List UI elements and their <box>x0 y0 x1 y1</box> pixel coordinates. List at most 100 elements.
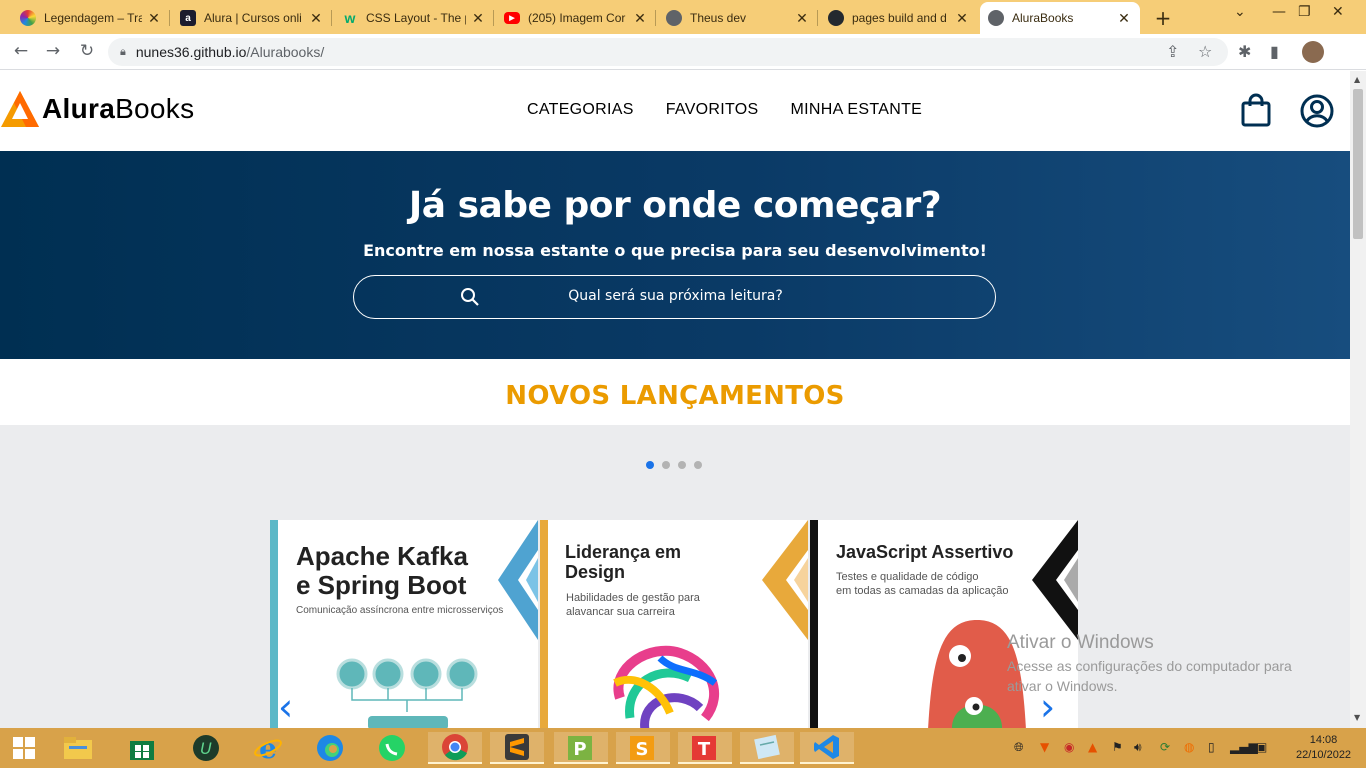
minimize-icon[interactable]: — <box>1272 4 1286 20</box>
user-account-icon[interactable] <box>1299 93 1335 129</box>
new-tab-icon[interactable]: + <box>1152 6 1174 30</box>
alurabooks-logo[interactable]: AluraBooks <box>0 89 194 129</box>
nav-categorias[interactable]: CATEGORIAS <box>527 101 634 119</box>
project-icon[interactable]: P <box>554 732 608 764</box>
cover-chevron-icon <box>1032 520 1078 640</box>
hero-title: Já sabe por onde começar? <box>408 185 942 226</box>
carousel-dot-2[interactable] <box>662 461 670 469</box>
book-title: Apache Kafka e Spring Boot <box>296 541 468 601</box>
tab-search-chevron-icon[interactable]: ⌄ <box>1234 4 1246 20</box>
tab-title: Theus dev <box>690 11 747 25</box>
slides-icon[interactable]: S <box>616 732 670 764</box>
close-tab-icon[interactable]: ✕ <box>632 10 648 27</box>
scroll-down-icon[interactable]: ▼ <box>1354 713 1360 722</box>
typora-icon[interactable]: T <box>678 732 732 764</box>
wifi-signal-icon[interactable]: ▂▄▆ <box>1230 740 1258 754</box>
w3schools-favicon-icon: w <box>344 10 356 26</box>
extensions-icon[interactable]: ✱ <box>1238 42 1251 61</box>
forward-icon[interactable]: → <box>42 41 64 61</box>
restore-icon[interactable]: ❐ <box>1298 4 1311 20</box>
carousel-dot-1[interactable] <box>646 461 654 469</box>
close-tab-icon[interactable]: ✕ <box>146 10 162 27</box>
tab-alura[interactable]: a Alura | Cursos onli ✕ <box>172 4 332 32</box>
clock-date: 22/10/2022 <box>1296 749 1352 761</box>
tab-youtube[interactable]: ▶ (205) Imagem Cor ✕ <box>496 4 656 32</box>
tab-legendagem[interactable]: Legendagem – Tra ✕ <box>12 4 170 32</box>
action-center-flag-icon[interactable]: ⚑ <box>1112 740 1123 754</box>
side-panel-icon[interactable]: ▮ <box>1270 42 1279 61</box>
chrome-icon[interactable] <box>428 732 482 764</box>
share-icon[interactable]: ⇪ <box>1166 42 1179 61</box>
search-input[interactable]: Qual será sua próxima leitura? <box>353 275 996 319</box>
internet-explorer-icon[interactable]: e <box>248 732 288 764</box>
windows-start-icon[interactable] <box>4 732 44 764</box>
battery-icon[interactable]: ▯ <box>1208 740 1215 754</box>
hero-banner: Já sabe por onde começar? Encontre em no… <box>0 151 1350 359</box>
upwork-icon[interactable]: U <box>186 732 226 764</box>
svg-text:U: U <box>200 739 212 758</box>
bookmark-star-icon[interactable]: ☆ <box>1198 42 1212 61</box>
close-tab-icon[interactable]: ✕ <box>794 10 810 27</box>
book-subtitle: Testes e qualidade de código em todas as … <box>836 571 1009 598</box>
page-scrollbar[interactable]: ▲ ▼ <box>1350 71 1366 728</box>
nav-favoritos[interactable]: FAVORITOS <box>666 101 759 119</box>
tray-sync-icon[interactable]: ⟳ <box>1160 740 1170 754</box>
book-card-apache-kafka[interactable]: Apache Kafka e Spring Boot Comunicação as… <box>270 520 538 728</box>
carousel-prev-icon[interactable]: ‹ <box>278 685 293 728</box>
whatsapp-icon[interactable] <box>372 732 412 764</box>
tray-app-icon[interactable]: ▼ <box>1040 740 1049 754</box>
edge-icon[interactable] <box>310 732 350 764</box>
nav-minha-estante[interactable]: MINHA ESTANTE <box>791 101 923 119</box>
reload-icon[interactable]: ↻ <box>76 41 98 61</box>
new-releases-section-header: NOVOS LANÇAMENTOS <box>0 359 1350 425</box>
carousel-dot-3[interactable] <box>678 461 686 469</box>
lock-icon: 🔒︎ <box>120 45 126 58</box>
book-title: JavaScript Assertivo <box>836 542 1014 562</box>
tray-security-icon[interactable]: ◉ <box>1064 740 1074 754</box>
close-window-icon[interactable]: ✕ <box>1332 4 1344 20</box>
microsoft-store-icon[interactable] <box>122 732 162 764</box>
address-bar[interactable]: 🔒︎ nunes36.github.io/Alurabooks/ <box>108 38 1228 66</box>
svg-text:e: e <box>259 734 277 762</box>
tab-title: (205) Imagem Cor <box>528 11 626 25</box>
close-tab-icon[interactable]: ✕ <box>470 10 486 27</box>
vscode-icon[interactable] <box>800 732 854 764</box>
tray-update-icon[interactable]: ◍ <box>1184 740 1194 754</box>
shopping-bag-icon[interactable] <box>1240 93 1272 127</box>
browser-toolbar: ← → ↻ 🔒︎ nunes36.github.io/Alurabooks/ ⇪… <box>0 34 1366 70</box>
file-explorer-icon[interactable] <box>58 732 98 764</box>
language-globe-icon[interactable]: 🌐︎ <box>1014 740 1024 755</box>
tab-theus-dev[interactable]: Theus dev ✕ <box>658 4 818 32</box>
close-tab-icon[interactable]: ✕ <box>954 10 970 27</box>
scroll-up-icon[interactable]: ▲ <box>1354 75 1360 84</box>
tab-github-pages[interactable]: pages build and d ✕ <box>820 4 978 32</box>
tray-avast-icon[interactable]: ▲ <box>1088 740 1097 754</box>
hero-subtitle: Encontre em nossa estante o que precisa … <box>363 241 987 260</box>
sublime-text-icon[interactable] <box>490 732 544 764</box>
network-icon[interactable]: ▣ <box>1256 740 1267 754</box>
url-path: /Alurabooks/ <box>246 44 325 60</box>
system-clock[interactable]: 14:08 22/10/2022 <box>1296 733 1351 763</box>
tab-title: pages build and d <box>852 11 947 25</box>
clock-time: 14:08 <box>1309 734 1338 746</box>
main-nav: CATEGORIAS FAVORITOS MINHA ESTANTE <box>527 101 954 119</box>
carousel-dot-4[interactable] <box>694 461 702 469</box>
book-subtitle: Comunicação assíncrona entre microsservi… <box>296 605 504 616</box>
svg-text:T: T <box>698 739 711 760</box>
book-card-javascript-assertivo[interactable]: JavaScript Assertivo Testes e qualidade … <box>810 520 1078 728</box>
back-icon[interactable]: ← <box>10 41 32 61</box>
scrollbar-thumb[interactable] <box>1353 89 1363 239</box>
close-tab-icon[interactable]: ✕ <box>1116 10 1132 27</box>
search-placeholder: Qual será sua próxima leitura? <box>568 288 783 304</box>
tab-css-layout[interactable]: w CSS Layout - The p ✕ <box>334 4 494 32</box>
cover-chevron-icon <box>498 520 538 640</box>
volume-icon[interactable]: 🔊︎ <box>1134 740 1142 755</box>
book-card-lideranca-em-design[interactable]: Liderança em Design Habilidades de gestão… <box>540 520 808 728</box>
windows-taskbar: U e P S T 🌐︎ ▼ ◉ ▲ ⚑ 🔊︎ ⟳ ◍ ▯ ▂▄▆ ▣ 14:0… <box>0 728 1366 768</box>
close-tab-icon[interactable]: ✕ <box>308 10 324 27</box>
notepad-icon[interactable] <box>740 732 794 764</box>
colorful-brushstroke-illustration <box>613 645 720 728</box>
profile-avatar[interactable] <box>1302 41 1324 63</box>
tab-alurabooks[interactable]: AluraBooks ✕ <box>980 2 1140 34</box>
colorwheel-favicon-icon <box>20 10 36 26</box>
